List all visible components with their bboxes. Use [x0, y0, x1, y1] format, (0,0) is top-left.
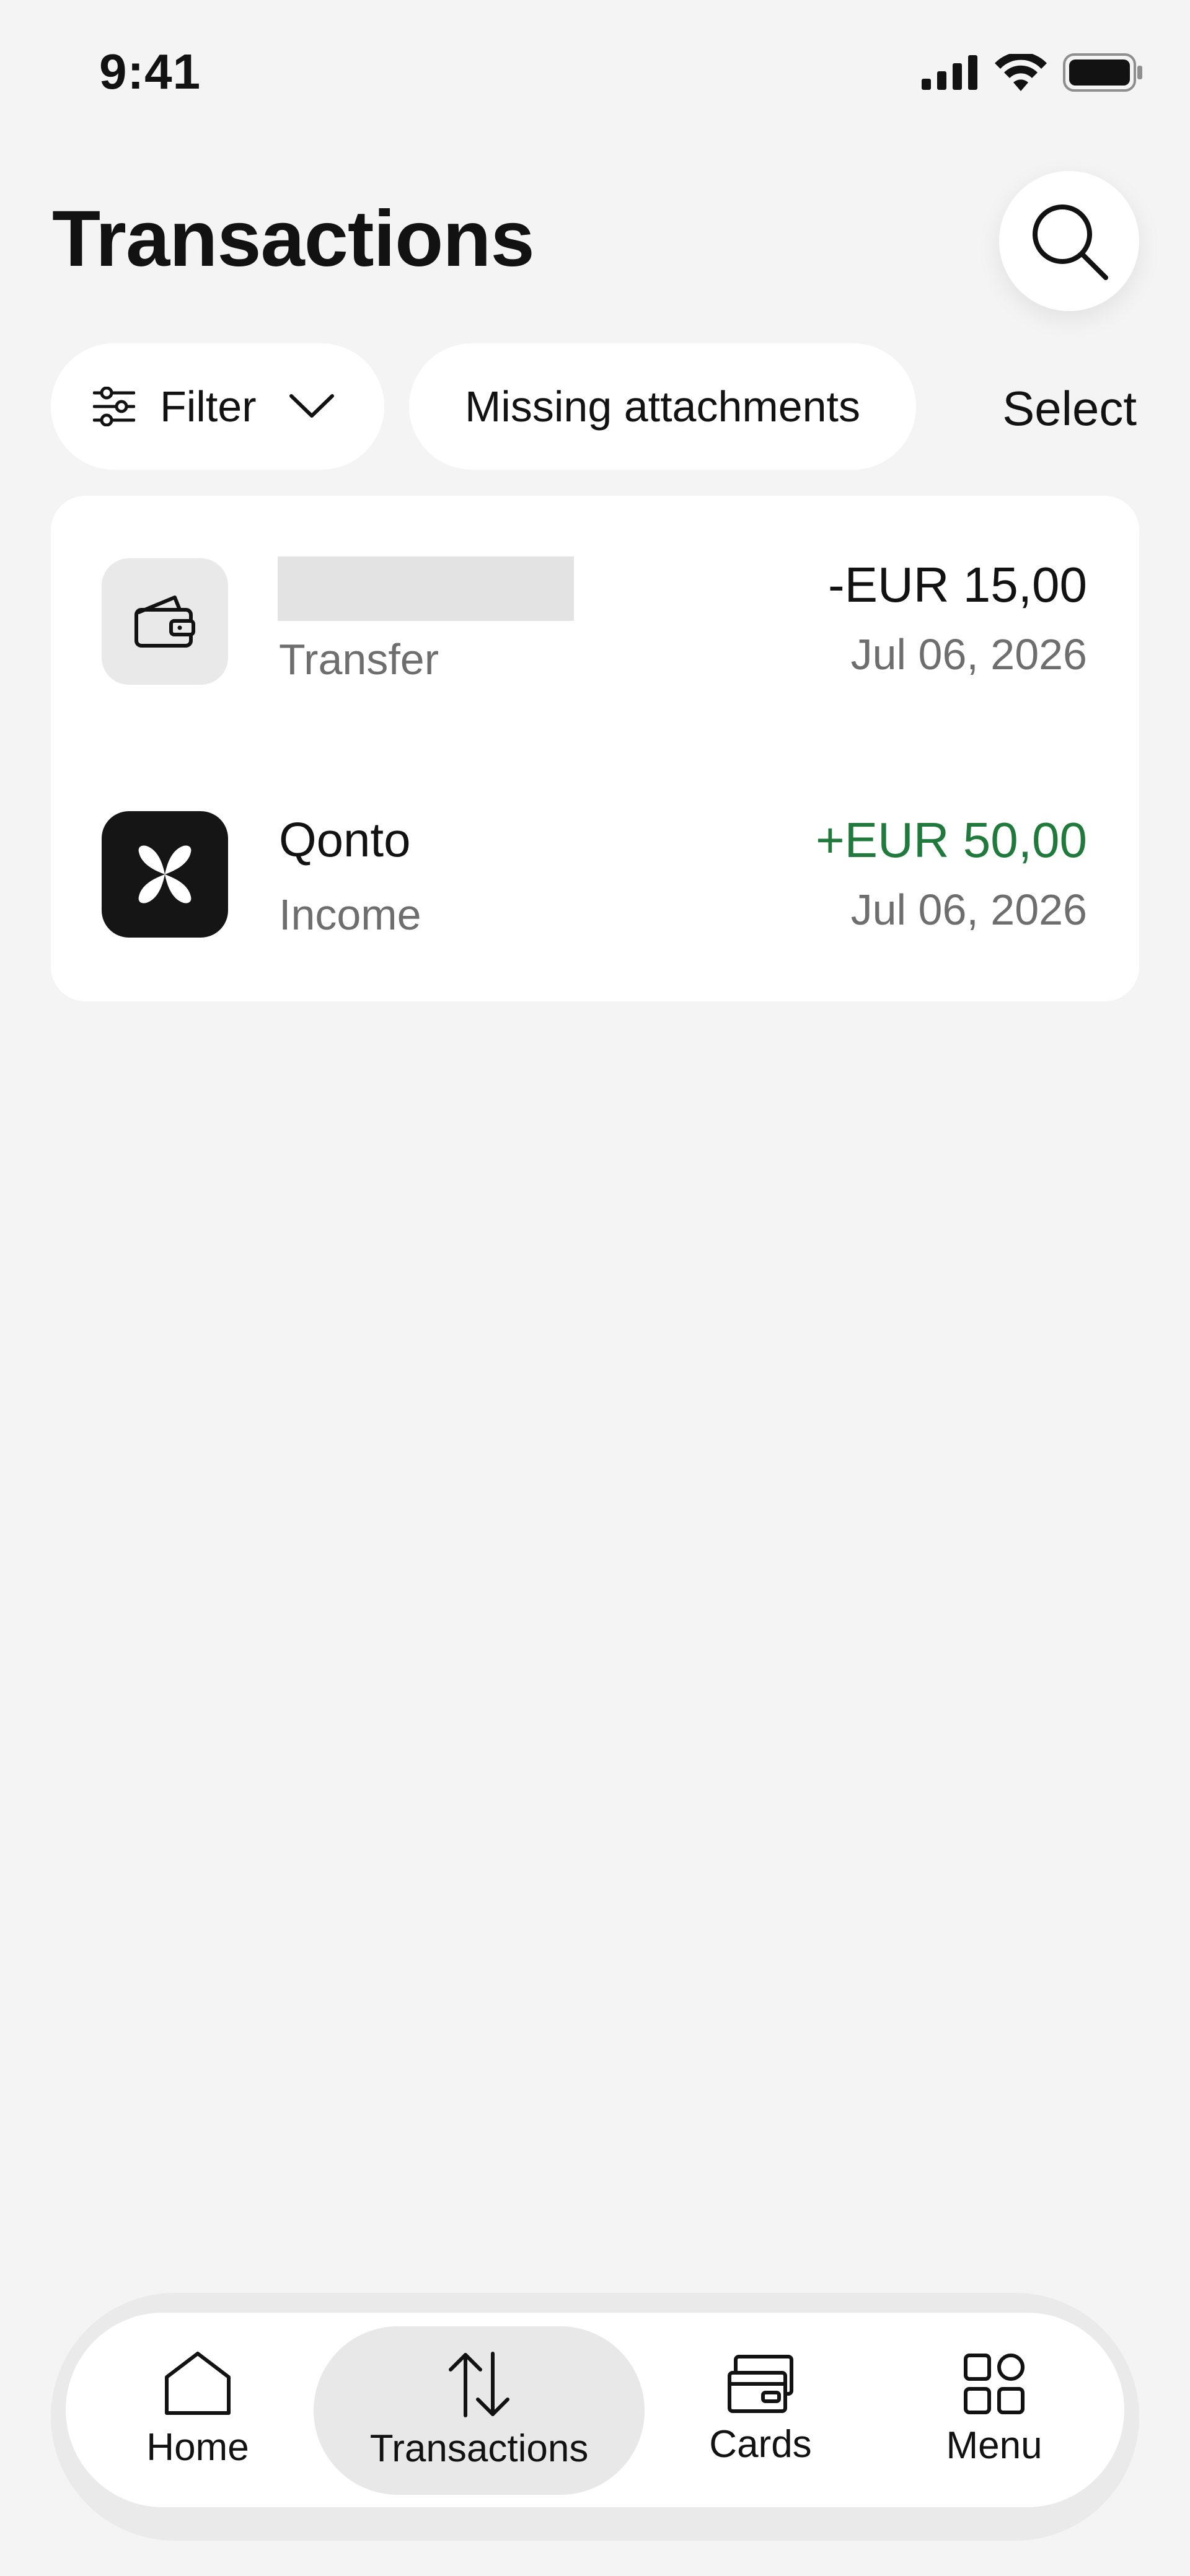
tab-home-label: Home	[146, 2425, 249, 2469]
search-icon	[1033, 204, 1108, 280]
missing-attachments-filter[interactable]: Missing attachments	[409, 343, 916, 470]
transaction-date: Jul 06, 2026	[850, 886, 1087, 934]
transaction-name: Qonto	[279, 812, 411, 867]
qonto-logo	[102, 811, 228, 938]
bottom-tab-bar: Home Transactions Cards Menu	[66, 2313, 1124, 2507]
chevron-down-icon	[289, 394, 334, 418]
cards-icon	[728, 2354, 793, 2413]
transaction-date: Jul 06, 2026	[850, 630, 1087, 679]
qonto-logo-icon	[138, 845, 192, 903]
status-icons	[922, 53, 1144, 92]
battery-icon	[1063, 53, 1142, 92]
transaction-type: Income	[279, 890, 421, 939]
tab-menu-label: Menu	[946, 2424, 1042, 2467]
transaction-row[interactable]: Transfer -EUR 15,00 Jul 06, 2026	[51, 496, 1139, 731]
tab-home[interactable]: Home	[66, 2313, 330, 2507]
filter-button[interactable]: Filter	[51, 343, 384, 470]
transaction-amount: -EUR 15,00	[828, 557, 1087, 612]
page-title: Transactions	[52, 195, 535, 283]
grid-icon	[964, 2353, 1025, 2414]
tab-cards[interactable]: Cards	[645, 2313, 876, 2507]
home-icon	[165, 2351, 231, 2415]
redacted-name	[278, 556, 574, 621]
transfer-arrows-icon	[449, 2351, 509, 2417]
wifi-icon	[995, 54, 1047, 91]
select-button[interactable]: Select	[1002, 380, 1137, 437]
transactions-list: Transfer -EUR 15,00 Jul 06, 2026 Qonto I…	[51, 496, 1139, 1001]
transaction-row[interactable]: Qonto Income +EUR 50,00 Jul 06, 2026	[51, 751, 1139, 987]
transaction-type: Transfer	[279, 635, 439, 684]
cellular-signal-icon	[922, 55, 977, 90]
tab-transactions-label: Transactions	[369, 2427, 589, 2470]
wallet-icon	[134, 596, 195, 648]
status-time: 9:41	[99, 44, 201, 99]
tab-transactions[interactable]: Transactions	[314, 2326, 645, 2495]
tab-menu[interactable]: Menu	[876, 2313, 1112, 2507]
missing-attachments-label: Missing attachments	[464, 382, 861, 431]
transaction-amount: +EUR 50,00	[815, 812, 1087, 868]
tab-cards-label: Cards	[709, 2422, 812, 2466]
search-button[interactable]	[999, 171, 1139, 311]
filter-label: Filter	[160, 382, 257, 431]
sliders-icon	[93, 387, 135, 426]
transaction-avatar	[102, 558, 228, 685]
